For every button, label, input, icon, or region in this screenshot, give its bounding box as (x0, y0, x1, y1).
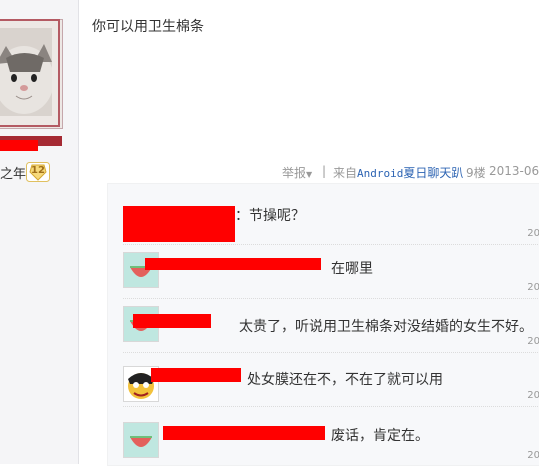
reply-text: 太贵了，听说用卫生棉条对没结婚的女生不好。 (239, 319, 533, 335)
reply-time: 20 (527, 282, 539, 293)
reply-item: 废话，肯定在。 20 (123, 408, 539, 465)
reply-time: 20 (527, 336, 539, 347)
meta-separator: | (322, 164, 327, 178)
reply-item: 太贵了，听说用卫生棉条对没结婚的女生不好。 20 (123, 300, 539, 353)
level-number: 12 (31, 165, 45, 176)
user-panel: 之年 12 (0, 0, 79, 464)
redacted-avatar-username (123, 206, 235, 242)
level-badge-icon[interactable]: 12 (26, 162, 50, 182)
reply-item: 处女膜还在不，不在了就可以用 20 (123, 354, 539, 407)
redacted-username (151, 368, 241, 382)
reply-item: 在哪里 20 (123, 246, 539, 299)
reply-time: 20 (527, 228, 539, 239)
reply-text: 废话，肯定在。 (331, 428, 429, 444)
avatar-image (0, 28, 52, 116)
report-link[interactable]: 举报▼ (282, 164, 312, 181)
redacted-username (133, 314, 211, 328)
chevron-down-icon: ▼ (306, 170, 313, 179)
reply-text: 在哪里 (331, 261, 373, 277)
post-source: 来自Android夏日聊天趴 (333, 166, 464, 180)
reply-list: ：节操呢？ 20 在哪里 20 太贵了，听说用卫生棉条对没结婚的女生不好。 20… (107, 183, 539, 466)
post-content: 你可以用卫生棉条 (92, 19, 204, 35)
reply-time: 20 (527, 390, 539, 401)
source-app-link[interactable]: Android夏日聊天趴 (357, 166, 463, 180)
reply-text: 处女膜还在不，不在了就可以用 (247, 372, 443, 388)
reply-time: 20 (527, 450, 539, 461)
post-date: 2013-06- (489, 164, 539, 178)
reply-avatar[interactable] (123, 422, 159, 458)
redacted-username (163, 426, 325, 440)
redacted-username (145, 258, 321, 270)
avatar[interactable] (0, 19, 63, 146)
reply-text: ：节操呢？ (235, 208, 305, 224)
level-label: 之年 (0, 167, 27, 182)
reply-item: ：节操呢？ 20 (123, 192, 539, 245)
floor-number: 9楼 (466, 166, 486, 180)
redacted-username (0, 140, 38, 151)
